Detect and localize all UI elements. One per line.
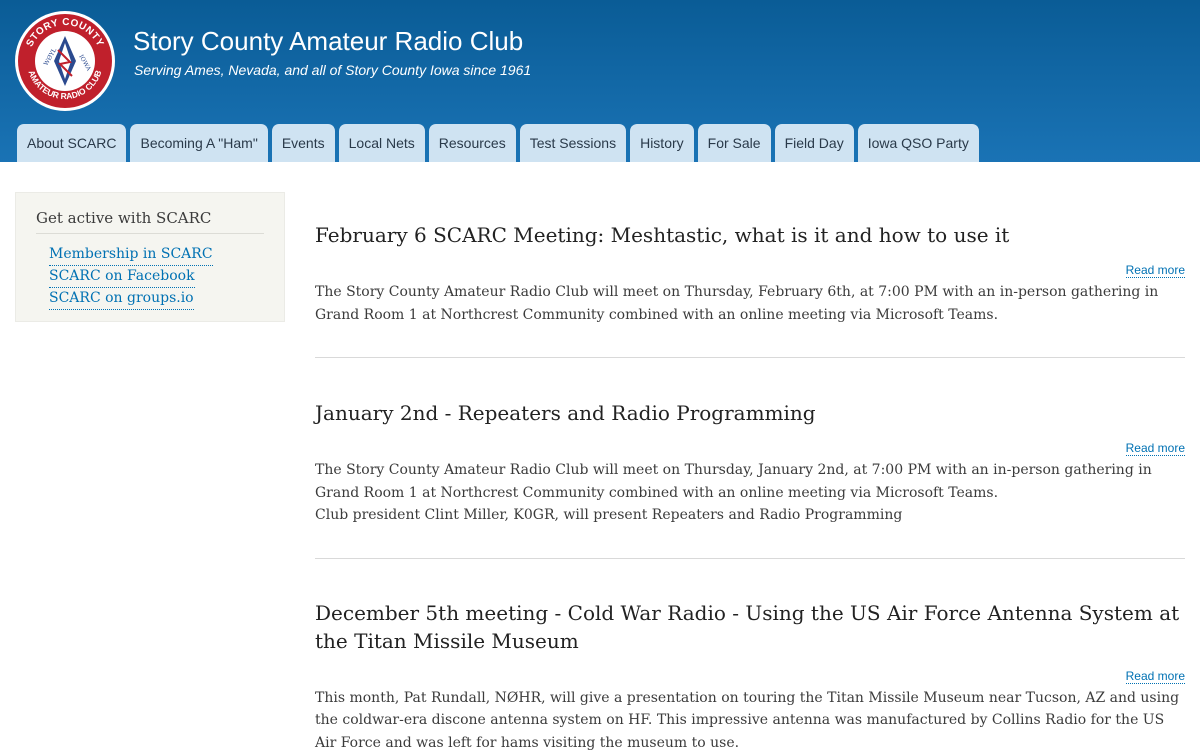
tab-local-nets[interactable]: Local Nets bbox=[339, 124, 425, 162]
article-body: The Story County Amateur Radio Club will… bbox=[315, 281, 1185, 326]
tab-field-day[interactable]: Field Day bbox=[775, 124, 854, 162]
site-slogan: Serving Ames, Nevada, and all of Story C… bbox=[134, 62, 531, 78]
article-paragraph: Club president Clint Miller, K0GR, will … bbox=[315, 504, 1185, 527]
article-paragraph: The Story County Amateur Radio Club will… bbox=[315, 459, 1185, 504]
article-title[interactable]: December 5th meeting - Cold War Radio - … bbox=[315, 599, 1185, 655]
article-paragraph: This month, Pat Rundall, NØHR, will give… bbox=[315, 687, 1185, 754]
article-body: The Story County Amateur Radio Club will… bbox=[315, 459, 1185, 527]
sidebar-link-groups-io[interactable]: SCARC on groups.io bbox=[49, 288, 194, 310]
tab-resources[interactable]: Resources bbox=[429, 124, 516, 162]
main-content: February 6 SCARC Meeting: Meshtastic, wh… bbox=[315, 192, 1185, 754]
tab-history[interactable]: History bbox=[630, 124, 694, 162]
article-paragraph: The Story County Amateur Radio Club will… bbox=[315, 281, 1185, 326]
sidebar-title: Get active with SCARC bbox=[36, 209, 264, 234]
tab-for-sale[interactable]: For Sale bbox=[698, 124, 771, 162]
tab-becoming-a-ham[interactable]: Becoming A "Ham" bbox=[130, 124, 267, 162]
tab-about-scarc[interactable]: About SCARC bbox=[17, 124, 126, 162]
tab-events[interactable]: Events bbox=[272, 124, 335, 162]
sidebar-links: Membership in SCARC SCARC on Facebook SC… bbox=[49, 244, 213, 310]
article-teaser: January 2nd - Repeaters and Radio Progra… bbox=[315, 358, 1185, 527]
read-more-link[interactable]: Read more bbox=[1126, 669, 1185, 684]
sidebar-block: Get active with SCARC Membership in SCAR… bbox=[15, 192, 285, 322]
sidebar-link-membership[interactable]: Membership in SCARC bbox=[49, 244, 213, 266]
club-logo[interactable]: STORY COUNTY AMATEUR RADIO CLUB WØYL IOW… bbox=[14, 10, 116, 112]
site-header: STORY COUNTY AMATEUR RADIO CLUB WØYL IOW… bbox=[0, 0, 1200, 162]
article-body: This month, Pat Rundall, NØHR, will give… bbox=[315, 687, 1185, 754]
sidebar-link-facebook[interactable]: SCARC on Facebook bbox=[49, 266, 195, 288]
main-nav: About SCARC Becoming A "Ham" Events Loca… bbox=[17, 124, 979, 162]
read-more-link[interactable]: Read more bbox=[1126, 263, 1185, 278]
article-title[interactable]: February 6 SCARC Meeting: Meshtastic, wh… bbox=[315, 221, 1185, 249]
tab-iowa-qso-party[interactable]: Iowa QSO Party bbox=[858, 124, 979, 162]
tab-test-sessions[interactable]: Test Sessions bbox=[520, 124, 626, 162]
article-teaser: February 6 SCARC Meeting: Meshtastic, wh… bbox=[315, 192, 1185, 326]
article-title[interactable]: January 2nd - Repeaters and Radio Progra… bbox=[315, 399, 1185, 427]
site-name[interactable]: Story County Amateur Radio Club bbox=[133, 26, 523, 57]
read-more-link[interactable]: Read more bbox=[1126, 441, 1185, 456]
article-teaser: December 5th meeting - Cold War Radio - … bbox=[315, 559, 1185, 754]
